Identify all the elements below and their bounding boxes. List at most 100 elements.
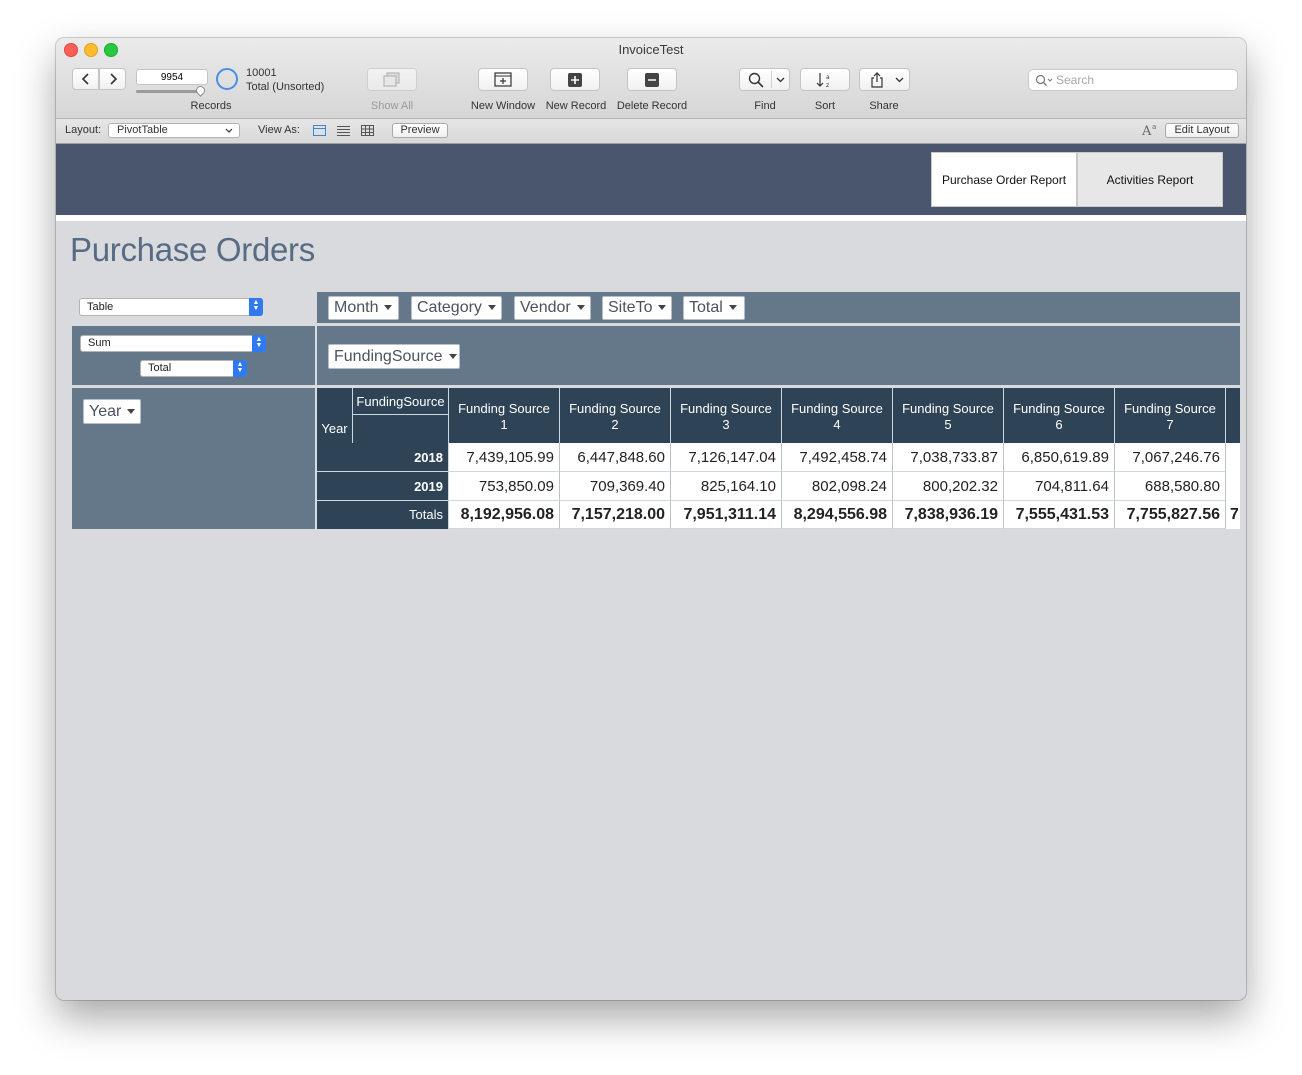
corner-cell [353, 415, 449, 443]
layout-bar: Layout: PivotTable View As: Preview Aa E… [56, 119, 1246, 144]
tab-activities-report[interactable]: Activities Report [1077, 152, 1223, 207]
column-header-line1: Funding Source [791, 401, 883, 416]
sort-label: Sort [814, 100, 836, 112]
corner-column-label: FundingSource [353, 388, 449, 415]
show-all-button[interactable] [367, 68, 417, 91]
view-as-label: View As: [258, 124, 300, 136]
pivot-cell: 802,098.24 [782, 472, 893, 501]
column-field-chip[interactable]: FundingSource [328, 344, 460, 369]
header-band: Purchase Order Report Activities Report [56, 144, 1246, 215]
column-field-label: FundingSource [334, 348, 443, 365]
filter-chip-label: Month [334, 299, 379, 316]
column-header-funding-source-7: Funding Source 7 [1115, 388, 1226, 443]
filter-chip-siteto[interactable]: SiteTo [602, 296, 672, 320]
records-label: Records [190, 100, 232, 112]
column-header-line2: 2 [611, 417, 619, 432]
row-header-2019: 2019 [317, 472, 449, 501]
edit-layout-button[interactable]: Edit Layout [1165, 123, 1239, 138]
column-header-funding-source-2: Funding Source 2 [560, 388, 671, 443]
share-button[interactable] [859, 68, 910, 91]
show-all-label: Show All [370, 100, 414, 112]
filter-chip-label: Total [689, 299, 723, 316]
filter-chip-total[interactable]: Total [683, 296, 745, 320]
pivot-cell: 704,811.64 [1004, 472, 1115, 501]
chevron-down-icon [225, 128, 233, 133]
column-header-line1: Funding Source [1013, 401, 1105, 416]
layout-select[interactable]: PivotTable [108, 123, 240, 138]
aggregate-stepper-icon: ▲ ▼ [252, 335, 266, 352]
new-record-button[interactable] [550, 68, 600, 91]
toolbar: InvoiceTest 9954 Records 10001 Total (Un… [56, 38, 1246, 119]
column-header-partial [1226, 388, 1240, 443]
chevron-down-icon [895, 77, 904, 83]
search-input[interactable]: Search [1028, 69, 1238, 91]
new-window-button[interactable] [478, 68, 528, 91]
caret-down-icon [384, 305, 393, 311]
svg-text:a: a [1152, 123, 1156, 131]
text-format-icon[interactable]: Aa [1142, 122, 1158, 137]
aggregate-select[interactable]: Sum ▲ ▼ [80, 335, 266, 352]
column-header-funding-source-3: Funding Source 3 [671, 388, 782, 443]
pivot-cell: 6,447,848.60 [560, 443, 671, 472]
row-field-panel: Year [72, 388, 315, 529]
window-title: InvoiceTest [618, 42, 684, 57]
pivot-cell: 7,067,246.76 [1115, 443, 1226, 472]
filter-fields-strip: Month Category Vendor SiteTo Total [317, 292, 1240, 323]
aggregate-field-select[interactable]: Total ▲ ▼ [140, 360, 247, 377]
record-slider-handle[interactable] [194, 84, 207, 97]
record-status: Total (Unsorted) [246, 81, 325, 93]
table-view-icon[interactable] [361, 125, 374, 136]
aggregate-panel: Sum ▲ ▼ Total ▲ ▼ [72, 326, 315, 385]
sort-az-icon: az [816, 72, 830, 88]
row-header-2018: 2018 [317, 443, 449, 472]
tab-purchase-order-report[interactable]: Purchase Order Report [931, 152, 1077, 207]
column-header-line2: 4 [833, 417, 841, 432]
record-number-input[interactable]: 9954 [136, 69, 208, 85]
new-record-label: New Record [545, 100, 607, 112]
column-header-line2: 3 [722, 417, 730, 432]
column-header-funding-source-1: Funding Source 1 [449, 388, 560, 443]
svg-text:A: A [1142, 124, 1152, 137]
preview-button[interactable]: Preview [392, 123, 448, 138]
filter-chip-label: Category [417, 299, 482, 316]
previous-record-button[interactable] [72, 68, 99, 90]
chevron-right-icon [109, 73, 117, 85]
chevron-left-icon [81, 73, 89, 85]
find-button[interactable] [739, 68, 790, 91]
share-label: Share [869, 100, 899, 112]
record-pie-icon [216, 68, 238, 90]
filter-chip-vendor[interactable]: Vendor [514, 296, 591, 320]
sort-button[interactable]: az [800, 68, 850, 91]
layout-label: Layout: [65, 124, 102, 136]
form-view-icon[interactable] [313, 125, 326, 136]
column-header-line1: Funding Source [458, 401, 550, 416]
column-header-funding-source-5: Funding Source 5 [893, 388, 1004, 443]
column-header-line1: Funding Source [569, 401, 661, 416]
stacked-records-icon [383, 72, 400, 86]
caret-down-icon [728, 305, 737, 311]
pivot-cell: 825,164.10 [671, 472, 782, 501]
magnifier-icon [748, 72, 764, 88]
pivot-grid: FundingSource Year Funding Source 1 Fundin… [317, 388, 1240, 529]
next-record-button[interactable] [99, 68, 126, 90]
plus-square-icon [568, 72, 582, 87]
column-header-funding-source-4: Funding Source 4 [782, 388, 893, 443]
delete-record-button[interactable] [627, 68, 677, 91]
row-field-chip[interactable]: Year [83, 399, 141, 424]
view-type-select[interactable]: Table ▲ ▼ [79, 298, 263, 316]
filter-chip-month[interactable]: Month [328, 296, 399, 320]
row-field-label: Year [89, 403, 122, 420]
record-slider-track[interactable] [136, 90, 204, 93]
pivot-total-cell: 8,294,556.98 [782, 501, 893, 529]
aggregate-field-value: Total [148, 362, 172, 374]
column-header-line2: 7 [1166, 417, 1174, 432]
pivot-cell: 7,492,458.74 [782, 443, 893, 472]
pivot-cell: 753,850.09 [449, 472, 560, 501]
filter-chip-category[interactable]: Category [411, 296, 502, 320]
pivot-total-cell: 7,951,311.14 [671, 501, 782, 529]
search-placeholder: Search [1056, 73, 1095, 87]
record-count: 10001 [246, 67, 277, 79]
new-window-icon [494, 72, 512, 87]
list-view-icon[interactable] [337, 125, 350, 136]
search-icon [1035, 74, 1053, 86]
